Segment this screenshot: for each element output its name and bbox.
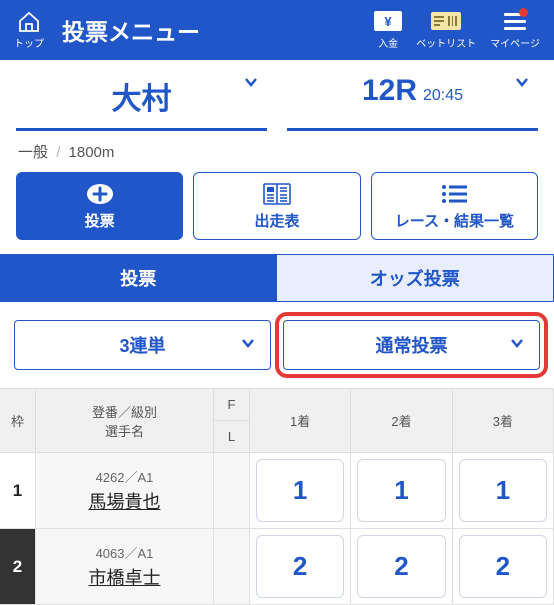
entries-action-button[interactable]: 出走表: [193, 172, 360, 240]
vote-mode-label: 通常投票: [376, 332, 448, 358]
place3-button[interactable]: 1: [459, 459, 547, 522]
page-title: 投票メニュー: [62, 13, 374, 47]
notification-dot-icon: [519, 8, 528, 17]
app-header: トップ 投票メニュー ¥ 入金 ベットリスト マイページ: [0, 0, 554, 60]
results-action-label: レース・結果一覧: [395, 210, 514, 231]
vote-action-button[interactable]: 投票: [16, 172, 183, 240]
racer-cell[interactable]: 4262／A1 馬場貴也: [36, 453, 214, 529]
deposit-button[interactable]: ¥ 入金: [374, 10, 402, 50]
list-icon: [441, 182, 467, 206]
betlist-label: ベットリスト: [416, 35, 476, 50]
venue-name: 大村: [112, 74, 172, 118]
separator: /: [56, 144, 60, 161]
fl-cell: [214, 453, 250, 529]
th-name: 登番／級別 選手名: [36, 389, 214, 453]
racer-name: 馬場貴也: [89, 488, 161, 514]
plus-circle-icon: [86, 182, 114, 206]
chevron-down-icon: [509, 335, 525, 356]
race-distance: 1800m: [69, 144, 115, 161]
th-waku: 枠: [0, 389, 36, 453]
ticket-icon: [431, 10, 461, 32]
race-number: 12R: [362, 74, 417, 108]
deposit-label: 入金: [378, 35, 398, 50]
chevron-down-icon: [240, 335, 256, 356]
waku-cell: 1: [0, 453, 36, 529]
bet-type-label: 3連単: [119, 332, 165, 358]
mypage-label: マイページ: [490, 35, 540, 50]
place2-button[interactable]: 2: [357, 535, 445, 598]
racer-name: 市橋卓士: [89, 564, 161, 590]
th-place2: 2着: [351, 389, 452, 453]
betlist-button[interactable]: ベットリスト: [416, 10, 476, 50]
race-time: 20:45: [423, 87, 463, 105]
racer-reg: 4063／A1: [96, 543, 154, 562]
place3-button[interactable]: 2: [459, 535, 547, 598]
bet-type-selector[interactable]: 3連単: [14, 320, 271, 370]
race-info: 一般 / 1800m: [0, 131, 554, 172]
home-icon: [17, 10, 41, 34]
results-action-button[interactable]: レース・結果一覧: [371, 172, 538, 240]
hamburger-icon: [504, 10, 526, 32]
entries-action-label: 出走表: [254, 210, 299, 231]
th-fl: F L: [214, 389, 250, 453]
tab-odds-vote[interactable]: オッズ投票: [277, 254, 554, 302]
th-place1: 1着: [250, 389, 351, 453]
race-selector[interactable]: 12R 20:45: [287, 74, 538, 131]
vote-mode-selector[interactable]: 通常投票: [283, 320, 540, 370]
place1-button[interactable]: 2: [256, 535, 344, 598]
tab-vote[interactable]: 投票: [0, 254, 277, 302]
venue-selector[interactable]: 大村: [16, 74, 267, 131]
top-button[interactable]: トップ: [14, 10, 44, 50]
table-row: 14262／A1馬場貴也111: [0, 453, 554, 529]
th-place3: 3着: [453, 389, 554, 453]
place2-button[interactable]: 1: [357, 459, 445, 522]
top-label: トップ: [14, 35, 44, 50]
racer-cell[interactable]: 4063／A1 市橋卓士: [36, 529, 214, 605]
racer-table: 枠 登番／級別 選手名 F L 1着 2着 3着 14262／A1馬場貴也111…: [0, 389, 554, 605]
newspaper-icon: [263, 182, 291, 206]
chevron-down-icon: [514, 74, 530, 95]
table-row: 24063／A1市橋卓士222: [0, 529, 554, 605]
race-class: 一般: [18, 144, 48, 161]
chevron-down-icon: [243, 74, 259, 95]
fl-cell: [214, 529, 250, 605]
racer-reg: 4262／A1: [96, 467, 154, 486]
waku-cell: 2: [0, 529, 36, 605]
place1-button[interactable]: 1: [256, 459, 344, 522]
svg-text:¥: ¥: [385, 14, 393, 29]
vote-action-label: 投票: [85, 210, 115, 231]
yen-note-icon: ¥: [374, 10, 402, 32]
mypage-button[interactable]: マイページ: [490, 10, 540, 50]
